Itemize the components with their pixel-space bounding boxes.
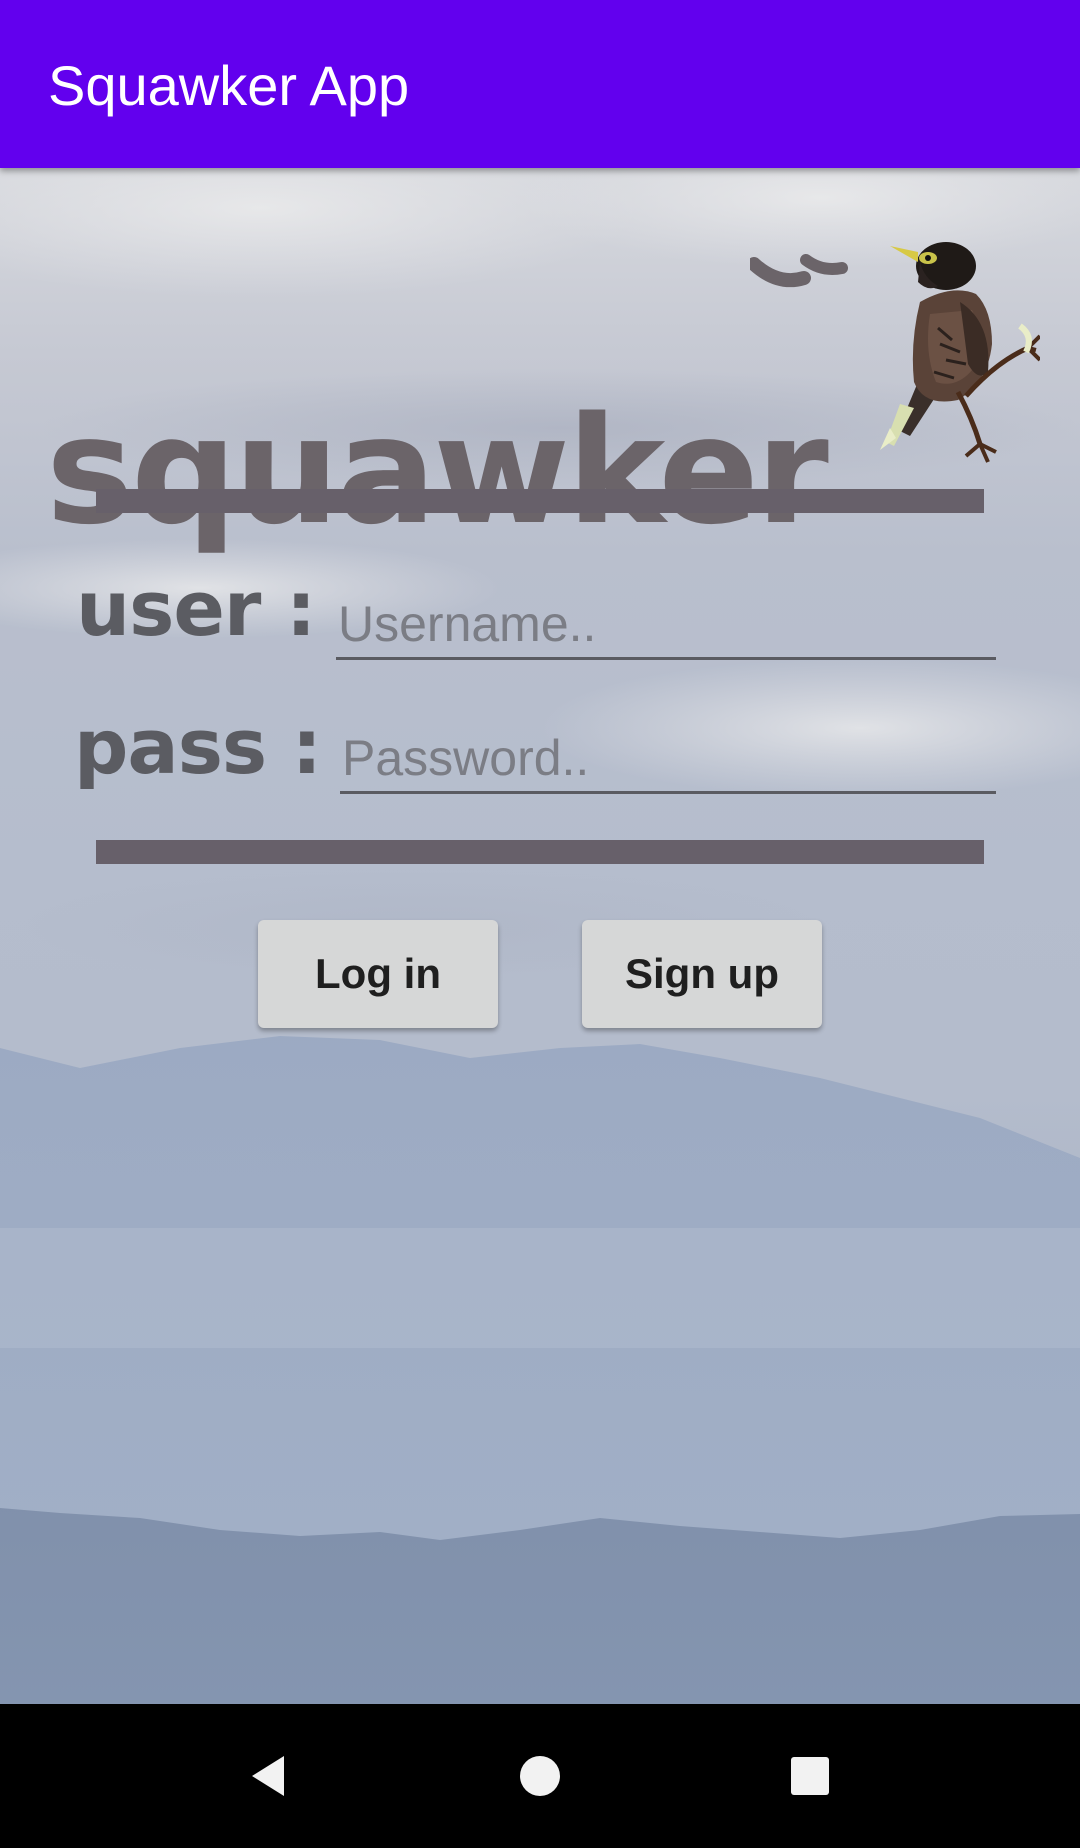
signup-button[interactable]: Sign up <box>582 920 822 1028</box>
logo-accent-mark <box>750 254 848 288</box>
app-title: Squawker App <box>48 54 410 117</box>
logo-text: squawker <box>46 385 829 557</box>
password-label: pass : <box>74 702 322 791</box>
app-bar: Squawker App <box>0 0 1080 168</box>
myna-bird-icon <box>880 242 1040 463</box>
login-button[interactable]: Log in <box>258 920 498 1028</box>
password-input[interactable] <box>340 724 996 794</box>
system-nav-bar <box>0 1704 1080 1848</box>
bottom-divider <box>96 840 984 864</box>
home-circle-icon[interactable] <box>504 1740 576 1812</box>
username-input[interactable] <box>336 590 996 660</box>
app-screen: Squawker App squawker user: Username.. … <box>0 0 1080 1848</box>
recents-square-icon[interactable] <box>774 1740 846 1812</box>
back-triangle-icon[interactable] <box>234 1740 306 1812</box>
username-label: user : <box>76 564 316 653</box>
top-divider <box>96 489 984 513</box>
